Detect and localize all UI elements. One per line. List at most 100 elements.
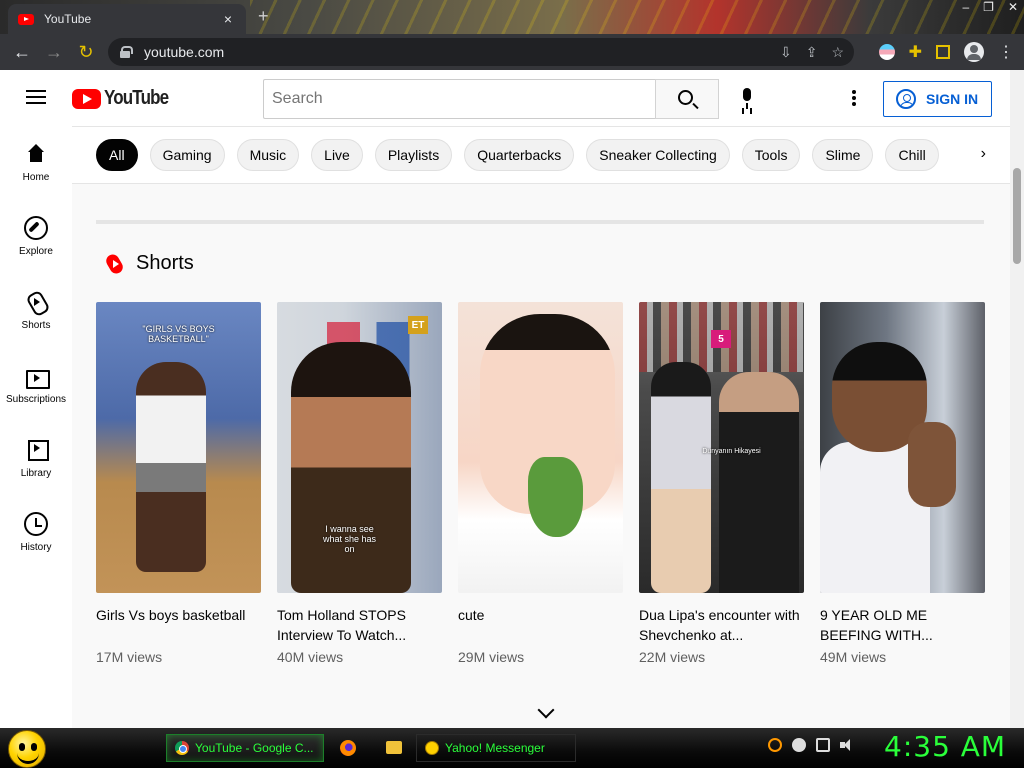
shorts-row: "GIRLS VS BOYS BASKETBALL" Girls Vs boys… [96,302,985,665]
short-thumbnail[interactable]: "GIRLS VS BOYS BASKETBALL" [96,302,261,593]
chrome-icon [175,741,189,755]
youtube-play-logo-icon [72,88,101,109]
chip-sneaker-collecting[interactable]: Sneaker Collecting [586,139,730,171]
short-title[interactable]: Dua Lipa's encounter with Shevchenko at.… [639,605,804,645]
share-icon[interactable]: ⇪ [806,44,818,61]
short-title[interactable]: Girls Vs boys basketball [96,605,261,645]
folder-icon[interactable] [386,741,402,754]
restore-button[interactable]: ❐ [983,0,994,14]
account-circle-icon [896,89,916,109]
short-item[interactable]: cute 29M views [458,302,623,665]
chip-fade [936,127,1010,183]
taskbar-item-yahoo-messenger[interactable]: Yahoo! Messenger [416,734,576,762]
sidebar-item-label: Home [22,172,50,183]
chip-slime[interactable]: Slime [812,139,874,171]
shelf-title: Shorts [136,252,194,274]
network-icon[interactable] [816,738,830,752]
chip-playlists[interactable]: Playlists [374,139,453,171]
browser-tab-youtube[interactable]: YouTube × [8,4,246,34]
shorts-icon [24,290,48,314]
address-bar[interactable]: youtube.com ⇩ ⇪ ☆ [108,38,854,66]
firefox-icon[interactable] [340,740,356,756]
short-item[interactable]: "GIRLS VS BOYS BASKETBALL" Girls Vs boys… [96,302,261,665]
short-thumbnail[interactable]: 5 Dunyanın Hikayesi [639,302,804,593]
reload-button[interactable]: ↻ [72,38,100,66]
sidebar-item-history[interactable]: History [0,496,72,570]
tab-title: YouTube [44,12,92,26]
tray-status-icon[interactable] [792,738,806,752]
os-taskbar: YouTube - Google C... Yahoo! Messenger 4… [0,728,1024,768]
subscriptions-icon [24,364,50,389]
library-icon [24,438,49,462]
channel-badge: 5 [711,330,731,348]
taskbar-item-label: Yahoo! Messenger [445,741,545,755]
back-button[interactable]: ← [8,38,36,66]
masthead: YouTube SIGN IN [0,70,1010,126]
shorts-logo-icon [106,253,124,275]
shelf-header: Shorts [106,252,194,275]
browser-tab-strip: YouTube × + – ❐ ✕ [0,0,1024,34]
show-more-chevron-down-icon[interactable] [537,701,555,719]
chip-gaming[interactable]: Gaming [149,139,225,171]
short-thumbnail[interactable] [820,302,985,593]
chevron-right-icon[interactable]: › [981,145,986,163]
page-scrollbar[interactable] [1010,70,1024,728]
thumbnail-image [719,372,799,593]
system-tray [768,738,854,752]
sidebar-item-label: Shorts [21,320,51,331]
sidebar-item-subscriptions[interactable]: Subscriptions [0,348,72,422]
thumbnail-caption: Dunyanın Hikayesi [702,448,761,455]
sidebar-item-shorts[interactable]: Shorts [0,274,72,348]
short-thumbnail[interactable] [458,302,623,593]
sign-in-button[interactable]: SIGN IN [883,81,992,117]
short-item[interactable]: 5 Dunyanın Hikayesi Dua Lipa's encounter… [639,302,804,665]
settings-kebab-icon[interactable] [852,90,856,106]
url-text[interactable]: youtube.com [144,44,224,60]
sign-in-label: SIGN IN [926,91,979,107]
short-title[interactable]: cute [458,605,623,645]
chip-chill[interactable]: Chill [885,139,939,171]
short-item[interactable]: ET I wanna see what she has on Tom Holla… [277,302,442,665]
minimize-button[interactable]: – [962,0,969,14]
voice-search-mic-icon[interactable] [738,88,756,110]
chip-quarterbacks[interactable]: Quarterbacks [464,139,575,171]
install-app-icon[interactable]: ⇩ [780,44,792,61]
search-button[interactable] [655,79,719,119]
short-title[interactable]: Tom Holland STOPS Interview To Watch... [277,605,442,645]
profile-avatar-icon[interactable] [964,42,984,62]
sidebar-item-home[interactable]: Home [0,126,72,200]
tray-search-icon[interactable] [768,738,782,752]
mini-guide-sidebar: Home Explore Shorts Subscriptions Librar… [0,126,72,728]
short-views: 22M views [639,649,706,665]
bookmark-star-icon[interactable]: ☆ [831,44,844,61]
extensions-puzzle-icon[interactable]: ✚ [909,42,922,62]
guide-menu-icon[interactable] [26,90,46,105]
chip-all[interactable]: All [96,139,138,171]
short-item[interactable]: 9 YEAR OLD ME BEEFING WITH... 49M views [820,302,985,665]
chip-live[interactable]: Live [311,139,363,171]
lock-icon[interactable] [120,46,133,58]
tab-close-icon[interactable]: × [220,11,236,27]
volume-icon[interactable] [840,738,854,752]
start-button-smiley-icon[interactable] [8,730,46,768]
taskbar-item-chrome[interactable]: YouTube - Google C... [166,734,324,762]
browser-menu-icon[interactable]: ⋮ [998,42,1014,62]
sidebar-item-explore[interactable]: Explore [0,200,72,274]
scrollbar-thumb[interactable] [1013,168,1021,264]
sidebar-item-library[interactable]: Library [0,422,72,496]
new-tab-button[interactable]: + [258,6,269,27]
side-panel-icon[interactable] [936,45,950,59]
chip-music[interactable]: Music [236,139,300,171]
filter-chips-bar: All Gaming Music Live Playlists Quarterb… [72,126,1010,184]
search-input[interactable] [263,79,656,119]
sidebar-item-label: Explore [19,246,53,257]
short-title[interactable]: 9 YEAR OLD ME BEEFING WITH... [820,605,985,645]
taskbar-clock[interactable]: 4:35 AM [884,730,1006,763]
chip-tools[interactable]: Tools [741,139,801,171]
thumbnail-image [136,362,206,572]
forward-button[interactable]: → [40,38,68,66]
youtube-logo[interactable]: YouTube [72,87,180,110]
short-thumbnail[interactable]: ET I wanna see what she has on [277,302,442,593]
flag-extension-icon[interactable] [878,44,895,60]
close-window-button[interactable]: ✕ [1008,0,1018,14]
